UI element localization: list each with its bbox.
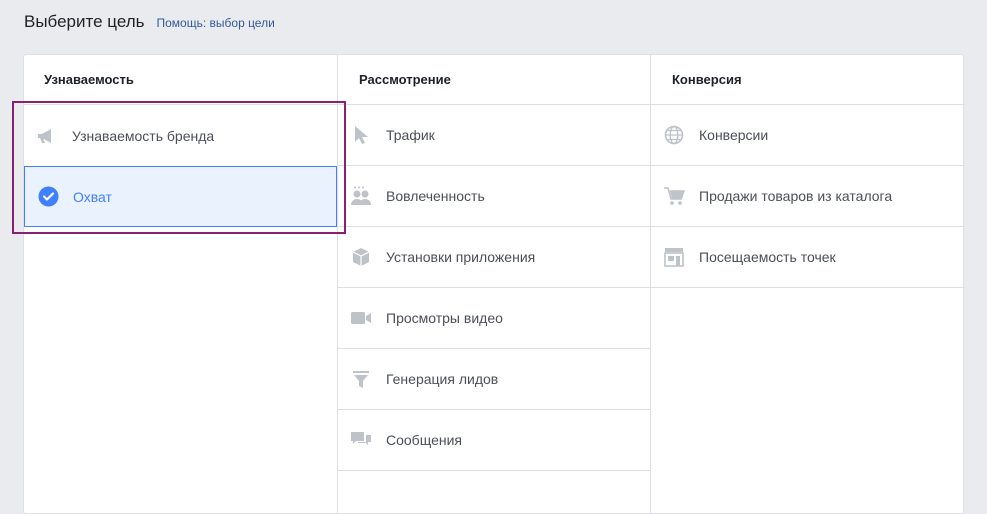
objective-traffic[interactable]: Трафик (338, 105, 651, 166)
cart-icon (663, 185, 685, 207)
chat-bubbles-icon (350, 429, 372, 451)
video-camera-icon (350, 307, 372, 329)
objective-label: Установки приложения (386, 249, 536, 265)
objective-lead-generation[interactable]: Генерация лидов (338, 349, 651, 410)
column-header: Узнаваемость (24, 55, 337, 105)
column-awareness: Узнаваемость Узнаваемость бренда Охват (24, 55, 337, 513)
objective-store-visits[interactable]: Посещаемость точек (651, 227, 965, 288)
objective-engagement[interactable]: Вовлеченность (338, 166, 651, 227)
objective-reach[interactable]: Охват (24, 166, 337, 227)
cursor-icon (350, 124, 372, 146)
page-title: Выберите цель (24, 12, 145, 31)
objective-label: Трафик (386, 127, 435, 143)
column-consideration: Рассмотрение Трафик Вовлеченность Устано… (337, 55, 651, 513)
column-header: Рассмотрение (338, 55, 651, 105)
objective-app-installs[interactable]: Установки приложения (338, 227, 651, 288)
objective-panel: Узнаваемость Узнаваемость бренда Охват Р… (23, 54, 965, 514)
objective-video-views[interactable]: Просмотры видео (338, 288, 651, 349)
help-link[interactable]: Помощь: выбор цели (157, 16, 275, 30)
objective-label: Посещаемость точек (699, 249, 836, 265)
objective-label: Узнаваемость бренда (72, 127, 215, 144)
page-header: Выберите цель Помощь: выбор цели (24, 12, 275, 32)
objective-label: Генерация лидов (386, 371, 499, 387)
objective-catalog-sales[interactable]: Продажи товаров из каталога (651, 166, 965, 227)
column-conversion: Конверсия Конверсии Продажи товаров из к… (650, 55, 965, 513)
box-icon (350, 246, 372, 268)
objective-label: Конверсии (699, 127, 769, 143)
objective-conversions[interactable]: Конверсии (651, 105, 965, 166)
objective-brand-awareness[interactable]: Узнаваемость бренда (24, 105, 337, 166)
store-icon (663, 246, 685, 268)
column-header: Конверсия (651, 55, 965, 105)
objective-label: Сообщения (386, 432, 462, 448)
objective-label: Продажи товаров из каталога (699, 188, 893, 204)
objective-messages[interactable]: Сообщения (338, 410, 651, 471)
funnel-icon (350, 368, 372, 390)
check-circle-icon (37, 186, 59, 208)
megaphone-icon (36, 125, 58, 147)
objective-label: Охват (73, 188, 112, 205)
objective-label: Просмотры видео (386, 310, 503, 326)
objective-label: Вовлеченность (386, 188, 485, 204)
people-icon (350, 185, 372, 207)
globe-icon (663, 124, 685, 146)
